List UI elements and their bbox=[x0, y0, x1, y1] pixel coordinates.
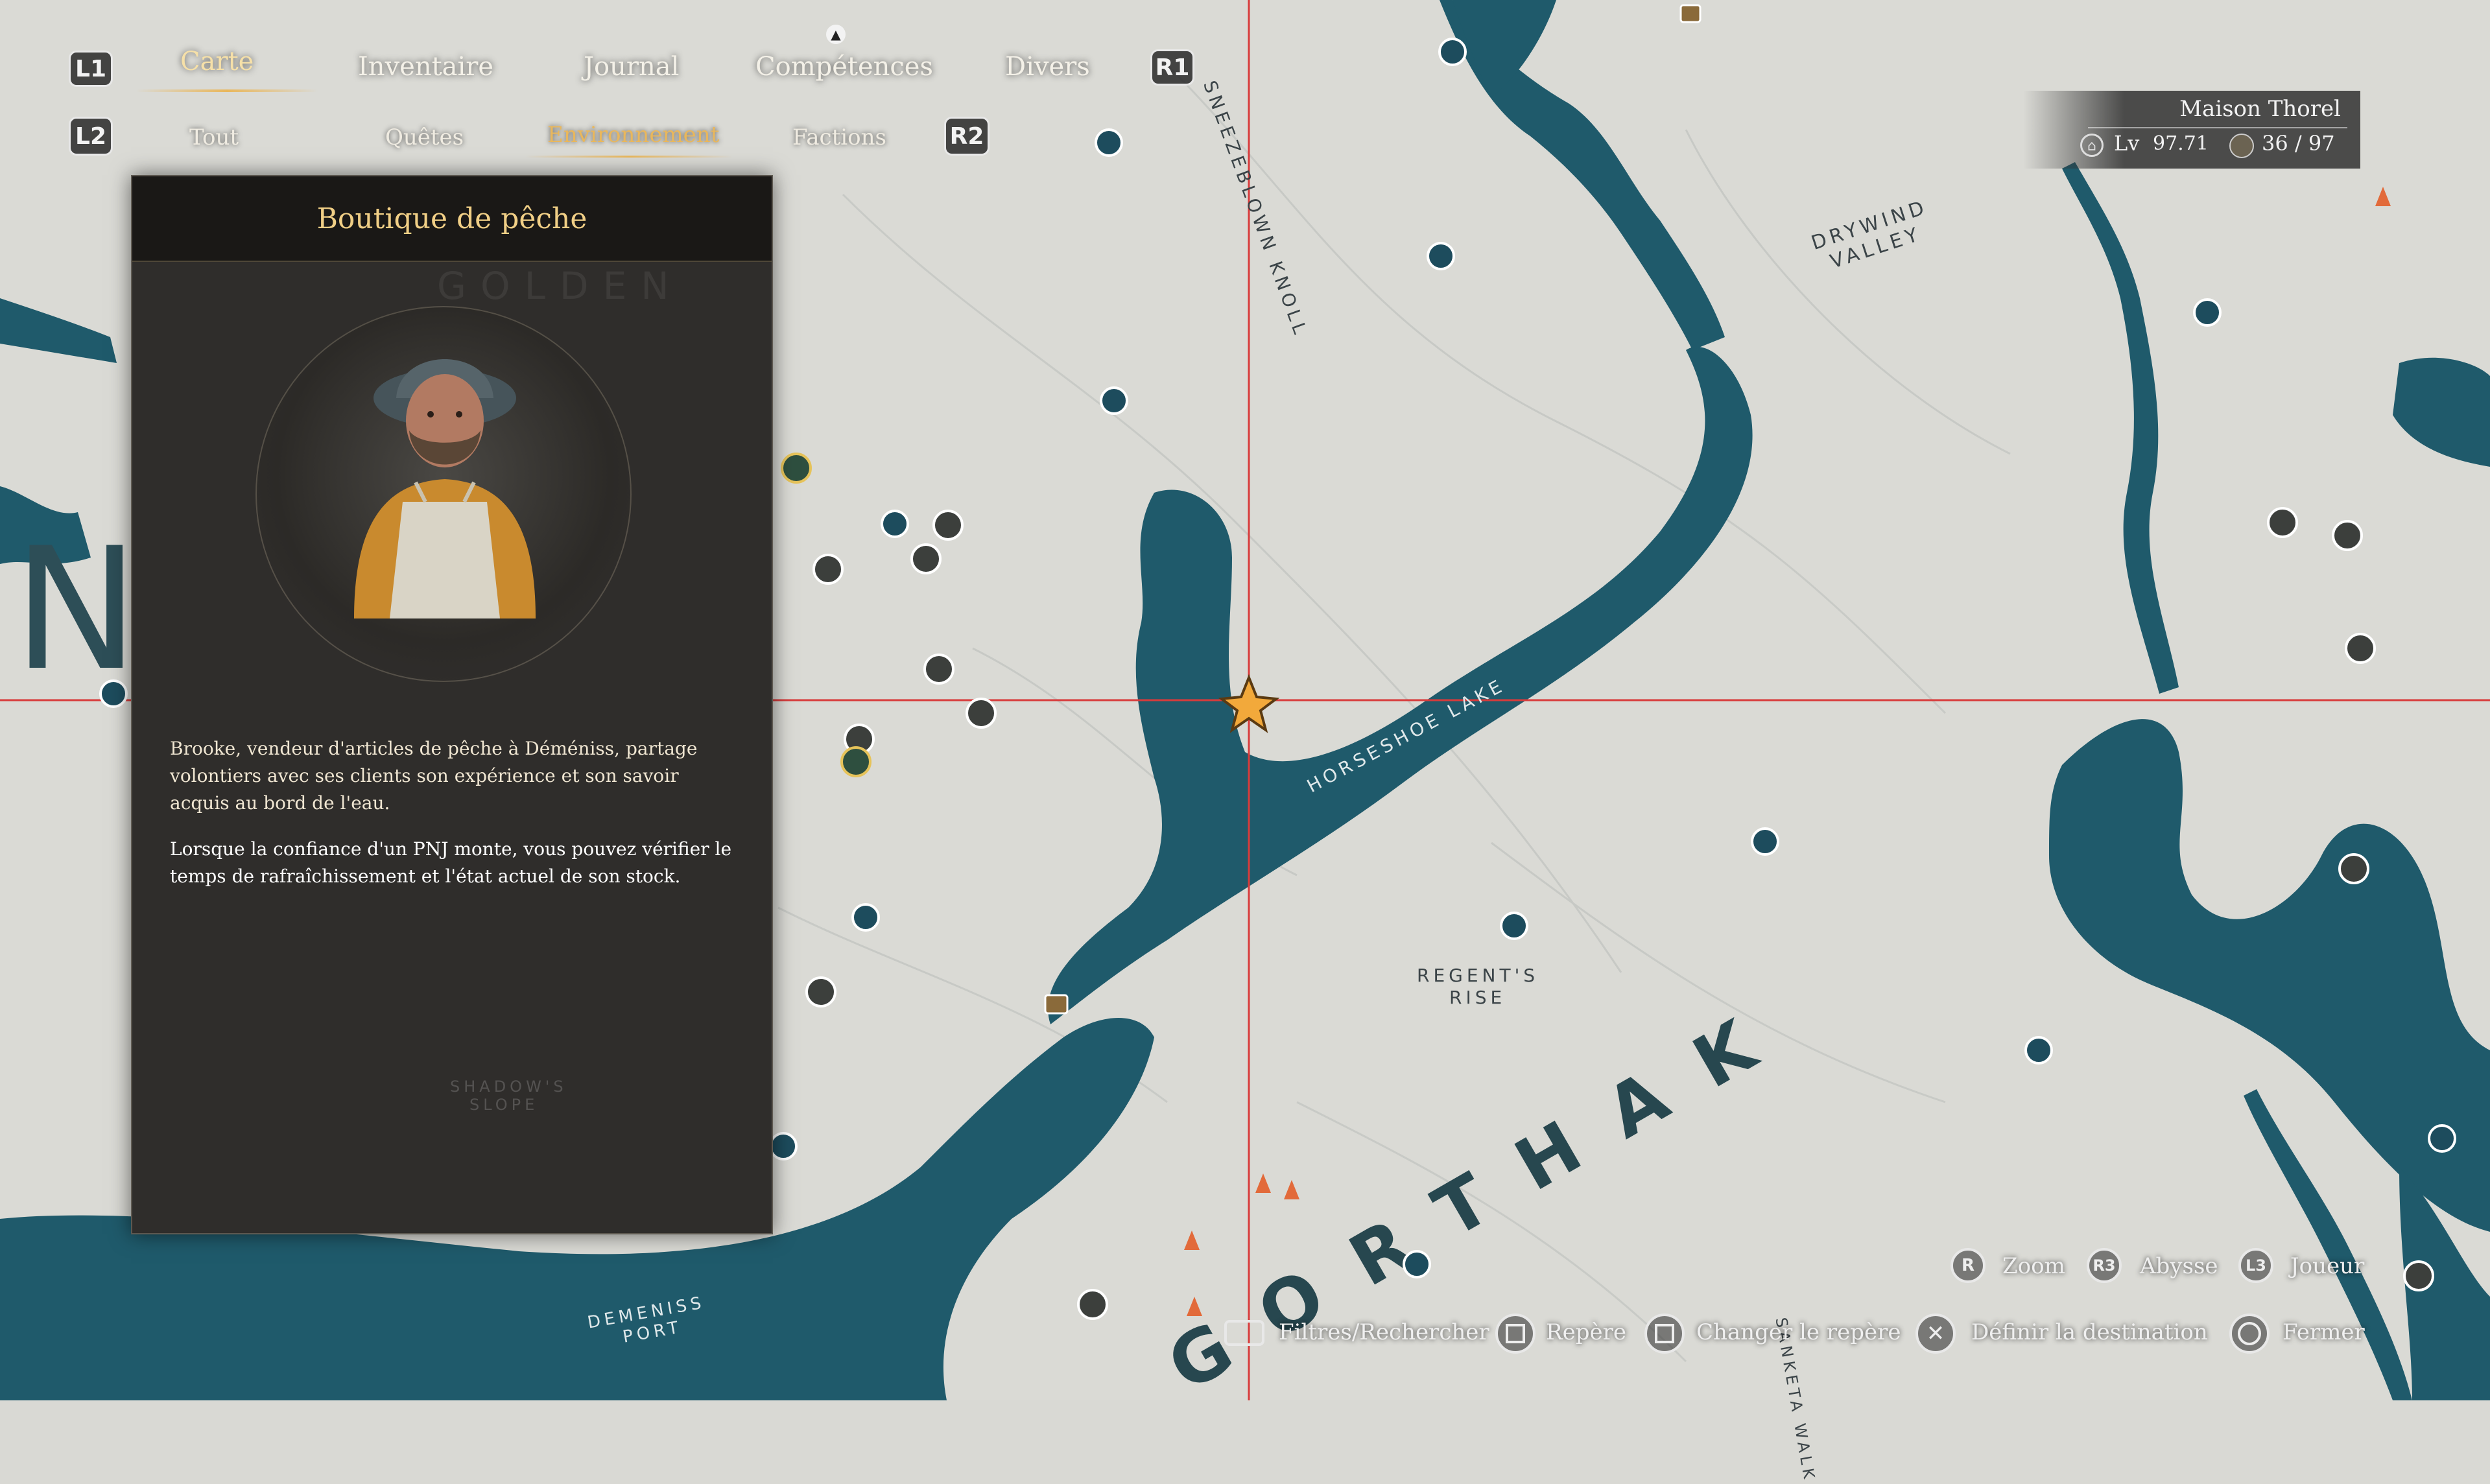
panel-title: Boutique de pêche bbox=[316, 202, 587, 235]
l3-button-icon: L3 bbox=[2238, 1248, 2273, 1283]
square-button-icon bbox=[1495, 1313, 1536, 1354]
map-label-large-n: N bbox=[13, 512, 139, 708]
active-subtab-underline bbox=[525, 156, 733, 158]
resource-icon bbox=[2229, 134, 2254, 158]
hint-abysse[interactable]: Abysse bbox=[2140, 1253, 2218, 1279]
panel-title-bar: Boutique de pêche bbox=[132, 176, 772, 262]
location-name: Maison Thorel bbox=[2179, 96, 2341, 122]
touchpad-icon bbox=[1224, 1320, 1264, 1346]
r3-button-icon: R3 bbox=[2087, 1248, 2122, 1283]
subtab-tout[interactable]: Tout bbox=[189, 124, 239, 150]
level-icon: ⌂ bbox=[2080, 134, 2104, 157]
circle-button-icon bbox=[2229, 1313, 2270, 1354]
map-label-regent: REGENT'S bbox=[1417, 965, 1539, 986]
hint-zoom[interactable]: Zoom bbox=[2002, 1253, 2065, 1279]
tab-divers[interactable]: Divers bbox=[1005, 52, 1090, 82]
tab-inventaire[interactable]: Inventaire bbox=[358, 52, 493, 82]
l2-button[interactable]: L2 bbox=[69, 117, 113, 156]
l1-button[interactable]: L1 bbox=[69, 51, 113, 87]
level-label: Lv bbox=[2114, 131, 2140, 156]
player-divider bbox=[2088, 127, 2347, 128]
notification-icon: ▲ bbox=[826, 25, 846, 44]
cross-button-icon: ✕ bbox=[1915, 1313, 1956, 1354]
hint-repere[interactable]: Repère bbox=[1546, 1319, 1626, 1345]
hint-changer-repere[interactable]: Changer le repère bbox=[1696, 1319, 1901, 1345]
resource-value: 36 / 97 bbox=[2262, 131, 2335, 156]
right-stick-icon: R bbox=[1950, 1248, 1986, 1283]
hint-destination[interactable]: Définir la destination bbox=[1971, 1319, 2208, 1345]
player-info: Maison Thorel ⌂ Lv 97.71 36 / 97 bbox=[2023, 91, 2360, 169]
map-label-regent-rise: RISE bbox=[1449, 987, 1506, 1008]
subtab-environnement[interactable]: Environnement bbox=[547, 122, 719, 148]
panel-description: Brooke, vendeur d'articles de pêche à Dé… bbox=[170, 738, 698, 814]
location-info-panel: Boutique de pêche GOLDEN Brooke, vendeur… bbox=[131, 175, 773, 1234]
r2-button[interactable]: R2 bbox=[944, 117, 990, 156]
fisherman-portrait-icon bbox=[354, 359, 536, 618]
hint-fermer[interactable]: Fermer bbox=[2282, 1319, 2365, 1345]
panel-note: Lorsque la confiance d'un PNJ monte, vou… bbox=[170, 838, 732, 887]
subtab-quetes[interactable]: Quêtes bbox=[385, 124, 464, 150]
portrait-frame bbox=[255, 306, 632, 682]
hint-joueur[interactable]: Joueur bbox=[2290, 1253, 2364, 1279]
tab-carte[interactable]: Carte bbox=[180, 47, 254, 77]
panel-map-label-shadow: SHADOW'S bbox=[450, 1078, 567, 1096]
hint-filtres[interactable]: Filtres/Rechercher bbox=[1279, 1319, 1489, 1345]
panel-map-label-slope: SLOPE bbox=[469, 1096, 539, 1114]
panel-watermark-golden: GOLDEN bbox=[437, 264, 683, 308]
tab-competences[interactable]: Compétences bbox=[755, 52, 933, 82]
square-button-alt-icon bbox=[1644, 1313, 1685, 1354]
active-tab-underline bbox=[136, 89, 318, 92]
level-value: 97.71 bbox=[2153, 132, 2209, 155]
tab-journal[interactable]: Journal bbox=[584, 52, 679, 82]
r1-button[interactable]: R1 bbox=[1150, 49, 1194, 86]
subtab-factions[interactable]: Factions bbox=[792, 124, 886, 150]
